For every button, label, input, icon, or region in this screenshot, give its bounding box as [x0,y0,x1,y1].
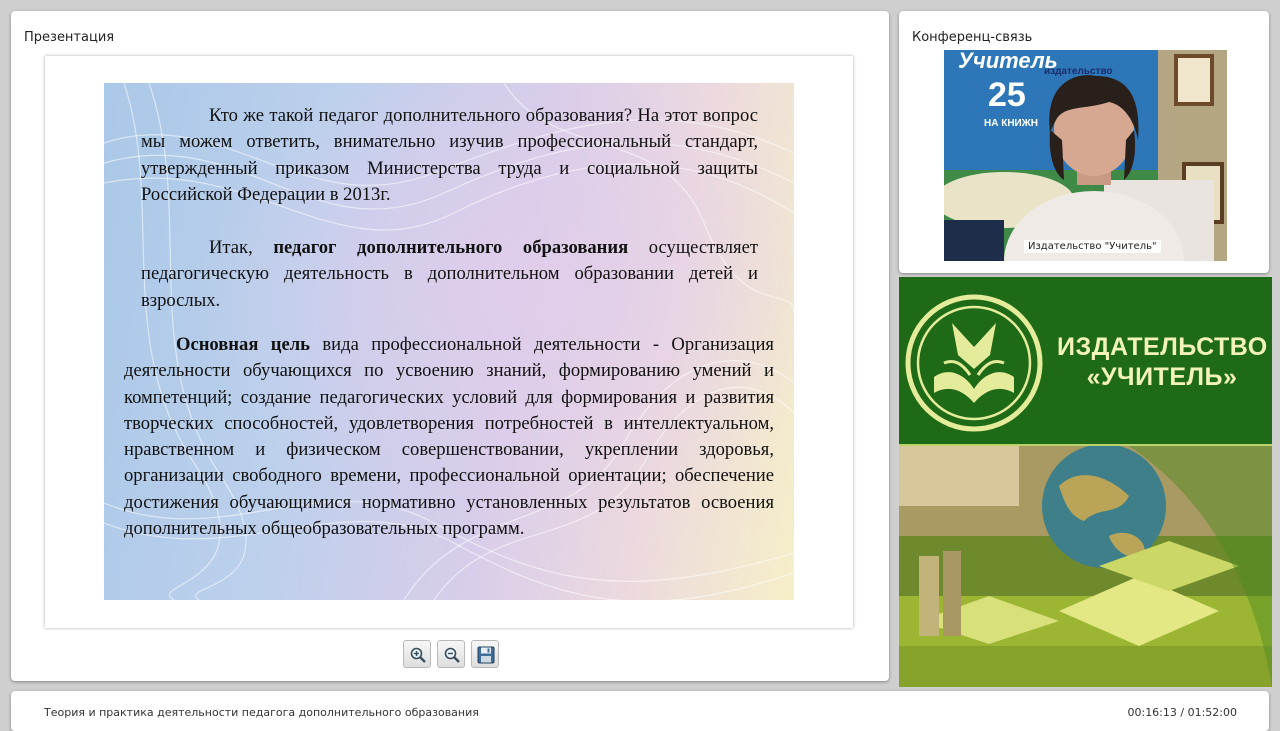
slide-paragraph-1: Кто же такой педагог дополнительного обр… [141,103,758,208]
para3-rest: вида профессиональной деятельности - Орг… [124,334,774,540]
poster-brand-text: Учитель [958,50,1058,73]
zoom-out-icon [444,647,460,663]
slide-paragraph-3: Основная цель вида профессиональной деят… [124,332,774,542]
publisher-logo-band: ИЗДАТЕЛЬСТВО «УЧИТЕЛЬ» [899,277,1272,446]
poster-years-text: 25 [988,76,1026,114]
conference-title: Конференц-связь [912,30,1033,45]
video-feed[interactable]: Учитель издательство 25 НА КНИЖН Издател… [944,50,1227,261]
player-footer: Теория и практика деятельности педагога … [11,691,1269,731]
conference-panel: Конференц-связь Учитель издательство 25 … [899,11,1269,273]
publisher-name-line2: «УЧИТЕЛЬ» [1086,363,1238,391]
zoom-out-button[interactable] [437,640,465,668]
floppy-disk-icon [477,646,495,664]
para1-text: Кто же такой педагог дополнительного обр… [141,105,758,205]
slide-toolbar [403,640,499,668]
course-title: Теория и практика деятельности педагога … [44,706,479,719]
para2-lead: Итак, [209,237,253,258]
slide: Кто же такой педагог дополнительного обр… [104,83,794,600]
playback-timecode: 00:16:13 / 01:52:00 [1127,706,1237,719]
publisher-name-line1: ИЗДАТЕЛЬСТВО [1057,333,1268,361]
slide-paragraph-2: Итак, педагог дополнительного образовани… [141,235,758,314]
save-button[interactable] [471,640,499,668]
poster-bottom-text: НА КНИЖН [984,118,1038,129]
speaker-label: Издательство "Учитель" [1024,240,1161,253]
presentation-panel: Презентация Кто же такой педагог дополни… [11,11,889,681]
poster-sub-text: издательство [1044,66,1113,77]
video-frame-image [944,50,1227,261]
slide-frame: Кто же такой педагог дополнительного обр… [45,56,853,628]
publisher-name: ИЗДАТЕЛЬСТВО «УЧИТЕЛЬ» [1057,332,1267,392]
para3-bold: Основная цель [176,334,310,355]
presentation-title: Презентация [24,30,115,45]
zoom-in-button[interactable] [403,640,431,668]
zoom-in-icon [410,647,426,663]
publisher-banner: ИЗДАТЕЛЬСТВО «УЧИТЕЛЬ» [899,277,1272,687]
para2-bold: педагог дополнительного образования [273,237,629,258]
publisher-logo-icon [905,294,1043,432]
books-globe-illustration [899,446,1272,687]
